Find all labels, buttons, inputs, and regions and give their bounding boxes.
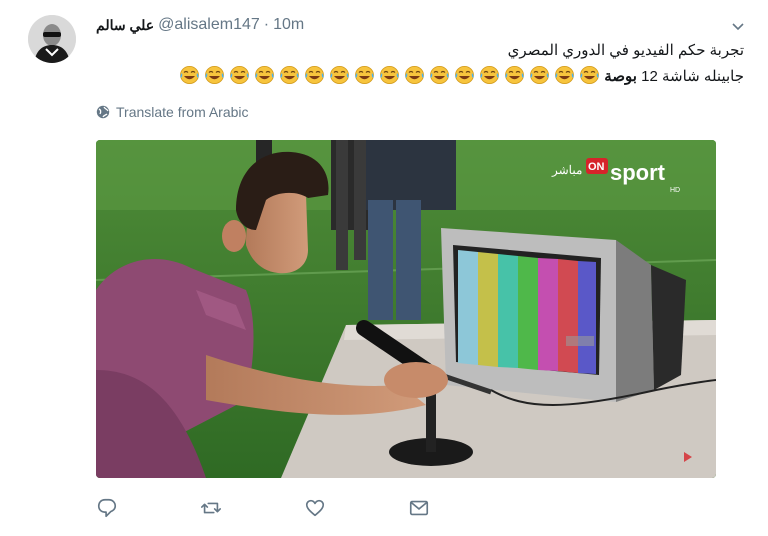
face-with-tears-of-joy-icon	[504, 65, 525, 85]
envelope-icon	[409, 500, 429, 516]
direct-message-button[interactable]	[408, 494, 512, 522]
tweet-actions	[96, 494, 512, 522]
tweet-header: علي سالم @alisalem147 · 10m	[96, 14, 304, 36]
chevron-down-icon[interactable]	[730, 18, 746, 34]
face-with-tears-of-joy-icon	[254, 65, 275, 85]
like-button[interactable]	[304, 494, 408, 522]
face-with-tears-of-joy-icon	[304, 65, 325, 85]
reply-icon	[97, 498, 117, 518]
tweet-text: تجربة حكم الفيديو في الدوري المصري جابين…	[104, 38, 744, 90]
face-with-tears-of-joy-icon	[454, 65, 475, 85]
face-with-tears-of-joy-icon	[479, 65, 500, 85]
face-with-tears-of-joy-icon	[379, 65, 400, 85]
tweet-text-line-2: جابينله شاشة 12 بوصة	[104, 64, 744, 90]
face-with-tears-of-joy-icon	[179, 65, 200, 85]
emoji-row	[175, 65, 600, 85]
tweet-text-line-1: تجربة حكم الفيديو في الدوري المصري	[507, 42, 744, 59]
face-with-tears-of-joy-icon	[204, 65, 225, 85]
tweet-media[interactable]: ON sport مباشر HD	[96, 140, 716, 478]
face-with-tears-of-joy-icon	[579, 65, 600, 85]
media-image: ON sport مباشر HD	[96, 140, 716, 478]
translate-link[interactable]: Translate from Arabic	[96, 102, 249, 122]
heart-icon	[305, 499, 325, 517]
retweet-button[interactable]	[200, 494, 304, 522]
face-with-tears-of-joy-icon	[554, 65, 575, 85]
channel-live-text: مباشر	[551, 163, 582, 177]
face-with-tears-of-joy-icon	[354, 65, 375, 85]
globe-icon	[96, 105, 110, 119]
channel-logo-on: ON	[588, 161, 605, 173]
channel-hd-text: HD	[670, 187, 680, 194]
face-with-tears-of-joy-icon	[404, 65, 425, 85]
display-name[interactable]: علي سالم	[96, 17, 154, 34]
separator-dot: ·	[263, 16, 270, 33]
face-with-tears-of-joy-icon	[429, 65, 450, 85]
user-handle[interactable]: @alisalem147	[158, 16, 260, 34]
tweet-card: علي سالم @alisalem147 · 10m تجربة حكم ال…	[0, 0, 768, 536]
tweet-text-bold-word: بوصة	[604, 68, 637, 85]
channel-logo-text: sport	[610, 160, 666, 185]
avatar-image	[28, 15, 76, 63]
face-with-tears-of-joy-icon	[329, 65, 350, 85]
reply-button[interactable]	[96, 494, 200, 522]
face-with-tears-of-joy-icon	[229, 65, 250, 85]
face-with-tears-of-joy-icon	[529, 65, 550, 85]
tweet-timestamp[interactable]: 10m	[273, 16, 304, 34]
translate-label: Translate from Arabic	[116, 104, 249, 120]
retweet-icon	[201, 502, 221, 514]
avatar[interactable]	[28, 15, 76, 63]
tweet-text-line-2-prefix: جابينله شاشة 12	[636, 68, 744, 85]
face-with-tears-of-joy-icon	[279, 65, 300, 85]
